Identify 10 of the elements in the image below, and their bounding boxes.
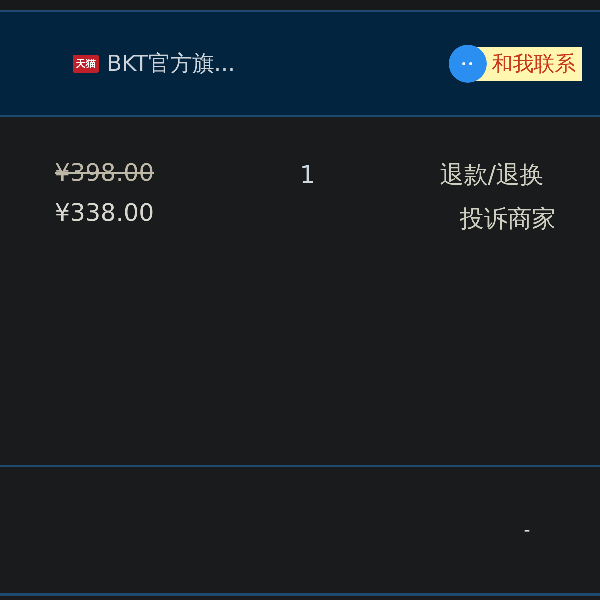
price: ¥338.00 <box>55 199 156 227</box>
chat-face-icon <box>448 44 488 84</box>
contact-button[interactable]: 和我联系 <box>450 46 582 80</box>
original-price: ¥398.00 <box>55 159 156 187</box>
footer-value: - <box>524 520 530 540</box>
action-link[interactable]: 投诉商家 <box>460 203 556 235</box>
shop-name[interactable]: BKT官方旗... <box>107 48 236 78</box>
mall-badge: 天猫 <box>73 54 99 72</box>
quantity: 1 <box>300 161 316 189</box>
action-link[interactable]: 退款/退换 <box>440 159 544 191</box>
